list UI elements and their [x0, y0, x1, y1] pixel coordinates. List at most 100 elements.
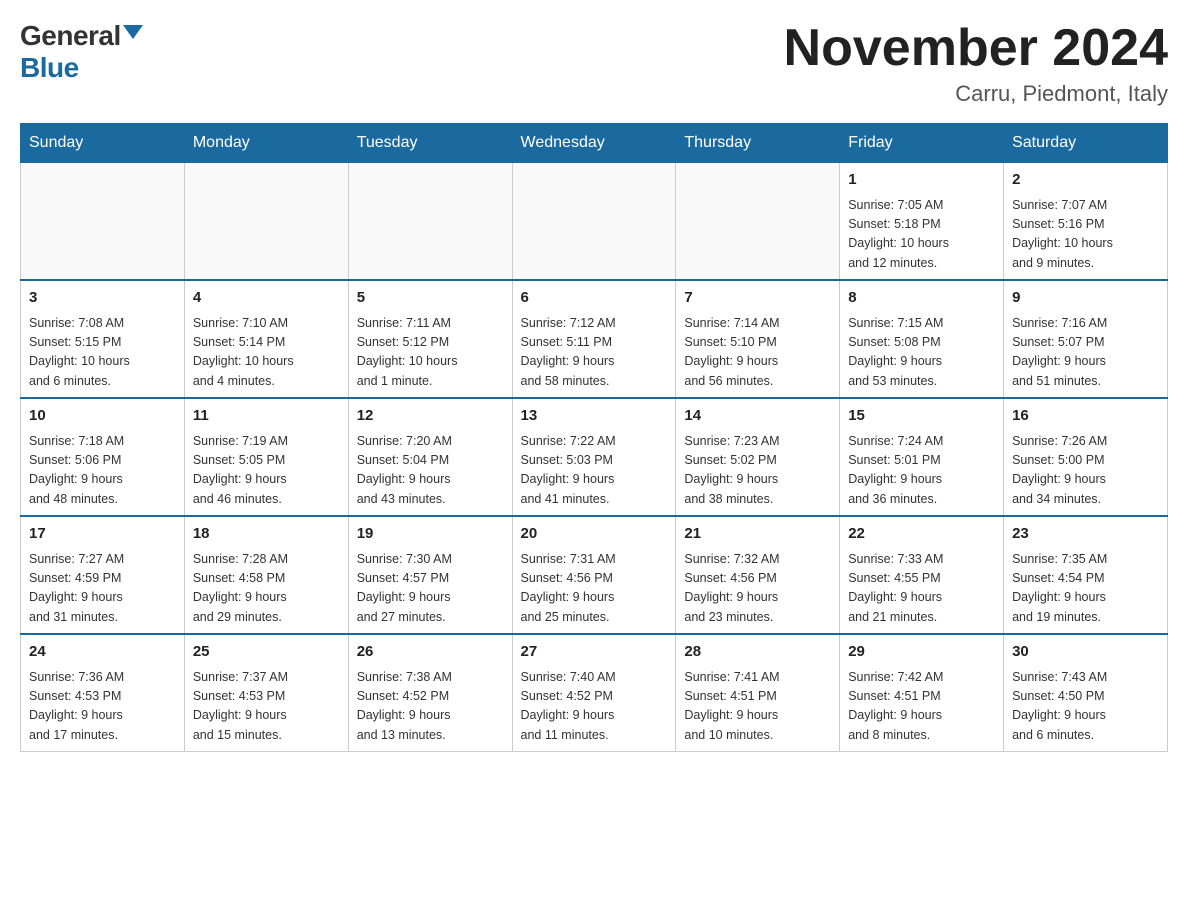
- calendar-week-row: 10Sunrise: 7:18 AMSunset: 5:06 PMDayligh…: [21, 398, 1168, 516]
- calendar-cell: [676, 163, 840, 281]
- day-number: 14: [684, 405, 831, 428]
- day-info: Sunrise: 7:22 AMSunset: 5:03 PMDaylight:…: [521, 432, 668, 510]
- day-number: 29: [848, 641, 995, 664]
- calendar-cell: 14 Sunrise: 7:23 AMSunset: 5:02 PMDayligh…: [676, 398, 840, 516]
- day-number: 10: [29, 405, 176, 428]
- day-number: 17: [29, 523, 176, 546]
- day-number: 7: [684, 287, 831, 310]
- day-info: Sunrise: 7:36 AMSunset: 4:53 PMDaylight:…: [29, 668, 176, 746]
- day-number: 30: [1012, 641, 1159, 664]
- calendar-cell: 22 Sunrise: 7:33 AMSunset: 4:55 PMDayligh…: [840, 516, 1004, 634]
- day-info: Sunrise: 7:16 AMSunset: 5:07 PMDaylight:…: [1012, 314, 1159, 392]
- calendar-cell: 18 Sunrise: 7:28 AMSunset: 4:58 PMDayligh…: [184, 516, 348, 634]
- day-number: 1: [848, 169, 995, 192]
- day-info: Sunrise: 7:19 AMSunset: 5:05 PMDaylight:…: [193, 432, 340, 510]
- calendar-cell: 30 Sunrise: 7:43 AMSunset: 4:50 PMDayligh…: [1004, 634, 1168, 752]
- logo-general-text: General: [20, 20, 121, 52]
- day-number: 8: [848, 287, 995, 310]
- weekday-header-row: SundayMondayTuesdayWednesdayThursdayFrid…: [21, 124, 1168, 163]
- calendar-cell: 12 Sunrise: 7:20 AMSunset: 5:04 PMDayligh…: [348, 398, 512, 516]
- day-number: 3: [29, 287, 176, 310]
- weekday-header-tuesday: Tuesday: [348, 124, 512, 163]
- day-info: Sunrise: 7:20 AMSunset: 5:04 PMDaylight:…: [357, 432, 504, 510]
- day-number: 24: [29, 641, 176, 664]
- calendar-cell: 8 Sunrise: 7:15 AMSunset: 5:08 PMDaylight…: [840, 280, 1004, 398]
- calendar-cell: 29 Sunrise: 7:42 AMSunset: 4:51 PMDayligh…: [840, 634, 1004, 752]
- calendar-cell: [348, 163, 512, 281]
- day-info: Sunrise: 7:27 AMSunset: 4:59 PMDaylight:…: [29, 550, 176, 628]
- calendar-cell: 24 Sunrise: 7:36 AMSunset: 4:53 PMDayligh…: [21, 634, 185, 752]
- day-number: 6: [521, 287, 668, 310]
- day-info: Sunrise: 7:42 AMSunset: 4:51 PMDaylight:…: [848, 668, 995, 746]
- day-info: Sunrise: 7:33 AMSunset: 4:55 PMDaylight:…: [848, 550, 995, 628]
- day-info: Sunrise: 7:07 AMSunset: 5:16 PMDaylight:…: [1012, 196, 1159, 274]
- page-header: General Blue November 2024 Carru, Piedmo…: [20, 20, 1168, 107]
- calendar-cell: 20Sunrise: 7:31 AMSunset: 4:56 PMDayligh…: [512, 516, 676, 634]
- day-info: Sunrise: 7:24 AMSunset: 5:01 PMDaylight:…: [848, 432, 995, 510]
- day-info: Sunrise: 7:32 AMSunset: 4:56 PMDaylight:…: [684, 550, 831, 628]
- calendar-cell: 28Sunrise: 7:41 AMSunset: 4:51 PMDayligh…: [676, 634, 840, 752]
- day-info: Sunrise: 7:40 AMSunset: 4:52 PMDaylight:…: [521, 668, 668, 746]
- day-info: Sunrise: 7:43 AMSunset: 4:50 PMDaylight:…: [1012, 668, 1159, 746]
- calendar-cell: 11 Sunrise: 7:19 AMSunset: 5:05 PMDayligh…: [184, 398, 348, 516]
- day-number: 25: [193, 641, 340, 664]
- day-number: 13: [521, 405, 668, 428]
- day-info: Sunrise: 7:23 AMSunset: 5:02 PMDaylight:…: [684, 432, 831, 510]
- day-number: 12: [357, 405, 504, 428]
- day-info: Sunrise: 7:30 AMSunset: 4:57 PMDaylight:…: [357, 550, 504, 628]
- month-title: November 2024: [784, 20, 1168, 77]
- day-info: Sunrise: 7:26 AMSunset: 5:00 PMDaylight:…: [1012, 432, 1159, 510]
- calendar-cell: 23Sunrise: 7:35 AMSunset: 4:54 PMDayligh…: [1004, 516, 1168, 634]
- day-number: 2: [1012, 169, 1159, 192]
- weekday-header-sunday: Sunday: [21, 124, 185, 163]
- calendar-cell: 3Sunrise: 7:08 AMSunset: 5:15 PMDaylight…: [21, 280, 185, 398]
- calendar-week-row: 3Sunrise: 7:08 AMSunset: 5:15 PMDaylight…: [21, 280, 1168, 398]
- calendar-cell: 13 Sunrise: 7:22 AMSunset: 5:03 PMDayligh…: [512, 398, 676, 516]
- weekday-header-friday: Friday: [840, 124, 1004, 163]
- day-number: 20: [521, 523, 668, 546]
- calendar-cell: [512, 163, 676, 281]
- day-number: 27: [521, 641, 668, 664]
- day-number: 4: [193, 287, 340, 310]
- day-info: Sunrise: 7:05 AMSunset: 5:18 PMDaylight:…: [848, 196, 995, 274]
- day-number: 9: [1012, 287, 1159, 310]
- calendar-week-row: 1 Sunrise: 7:05 AMSunset: 5:18 PMDaylight…: [21, 163, 1168, 281]
- day-info: Sunrise: 7:28 AMSunset: 4:58 PMDaylight:…: [193, 550, 340, 628]
- day-number: 22: [848, 523, 995, 546]
- weekday-header-thursday: Thursday: [676, 124, 840, 163]
- day-info: Sunrise: 7:37 AMSunset: 4:53 PMDaylight:…: [193, 668, 340, 746]
- calendar-cell: 27 Sunrise: 7:40 AMSunset: 4:52 PMDayligh…: [512, 634, 676, 752]
- logo: General Blue: [20, 20, 143, 84]
- day-number: 19: [357, 523, 504, 546]
- calendar-cell: 15 Sunrise: 7:24 AMSunset: 5:01 PMDayligh…: [840, 398, 1004, 516]
- weekday-header-saturday: Saturday: [1004, 124, 1168, 163]
- calendar-cell: 7Sunrise: 7:14 AMSunset: 5:10 PMDaylight…: [676, 280, 840, 398]
- logo-blue-text: Blue: [20, 52, 79, 83]
- day-info: Sunrise: 7:11 AMSunset: 5:12 PMDaylight:…: [357, 314, 504, 392]
- logo-triangle-icon: [123, 25, 143, 39]
- day-number: 15: [848, 405, 995, 428]
- day-number: 11: [193, 405, 340, 428]
- calendar-week-row: 17 Sunrise: 7:27 AMSunset: 4:59 PMDayligh…: [21, 516, 1168, 634]
- calendar-cell: 21Sunrise: 7:32 AMSunset: 4:56 PMDayligh…: [676, 516, 840, 634]
- calendar-cell: 19 Sunrise: 7:30 AMSunset: 4:57 PMDayligh…: [348, 516, 512, 634]
- calendar-cell: 10Sunrise: 7:18 AMSunset: 5:06 PMDayligh…: [21, 398, 185, 516]
- calendar-week-row: 24 Sunrise: 7:36 AMSunset: 4:53 PMDayligh…: [21, 634, 1168, 752]
- day-number: 18: [193, 523, 340, 546]
- day-number: 26: [357, 641, 504, 664]
- calendar-cell: [184, 163, 348, 281]
- calendar-cell: 9 Sunrise: 7:16 AMSunset: 5:07 PMDaylight…: [1004, 280, 1168, 398]
- day-info: Sunrise: 7:35 AMSunset: 4:54 PMDaylight:…: [1012, 550, 1159, 628]
- location: Carru, Piedmont, Italy: [784, 81, 1168, 107]
- day-info: Sunrise: 7:38 AMSunset: 4:52 PMDaylight:…: [357, 668, 504, 746]
- day-info: Sunrise: 7:15 AMSunset: 5:08 PMDaylight:…: [848, 314, 995, 392]
- calendar-cell: 6Sunrise: 7:12 AMSunset: 5:11 PMDaylight…: [512, 280, 676, 398]
- calendar-cell: 25 Sunrise: 7:37 AMSunset: 4:53 PMDayligh…: [184, 634, 348, 752]
- day-info: Sunrise: 7:10 AMSunset: 5:14 PMDaylight:…: [193, 314, 340, 392]
- calendar-table: SundayMondayTuesdayWednesdayThursdayFrid…: [20, 123, 1168, 752]
- weekday-header-monday: Monday: [184, 124, 348, 163]
- calendar-cell: 16Sunrise: 7:26 AMSunset: 5:00 PMDayligh…: [1004, 398, 1168, 516]
- calendar-cell: 5Sunrise: 7:11 AMSunset: 5:12 PMDaylight…: [348, 280, 512, 398]
- calendar-cell: 26 Sunrise: 7:38 AMSunset: 4:52 PMDayligh…: [348, 634, 512, 752]
- day-info: Sunrise: 7:41 AMSunset: 4:51 PMDaylight:…: [684, 668, 831, 746]
